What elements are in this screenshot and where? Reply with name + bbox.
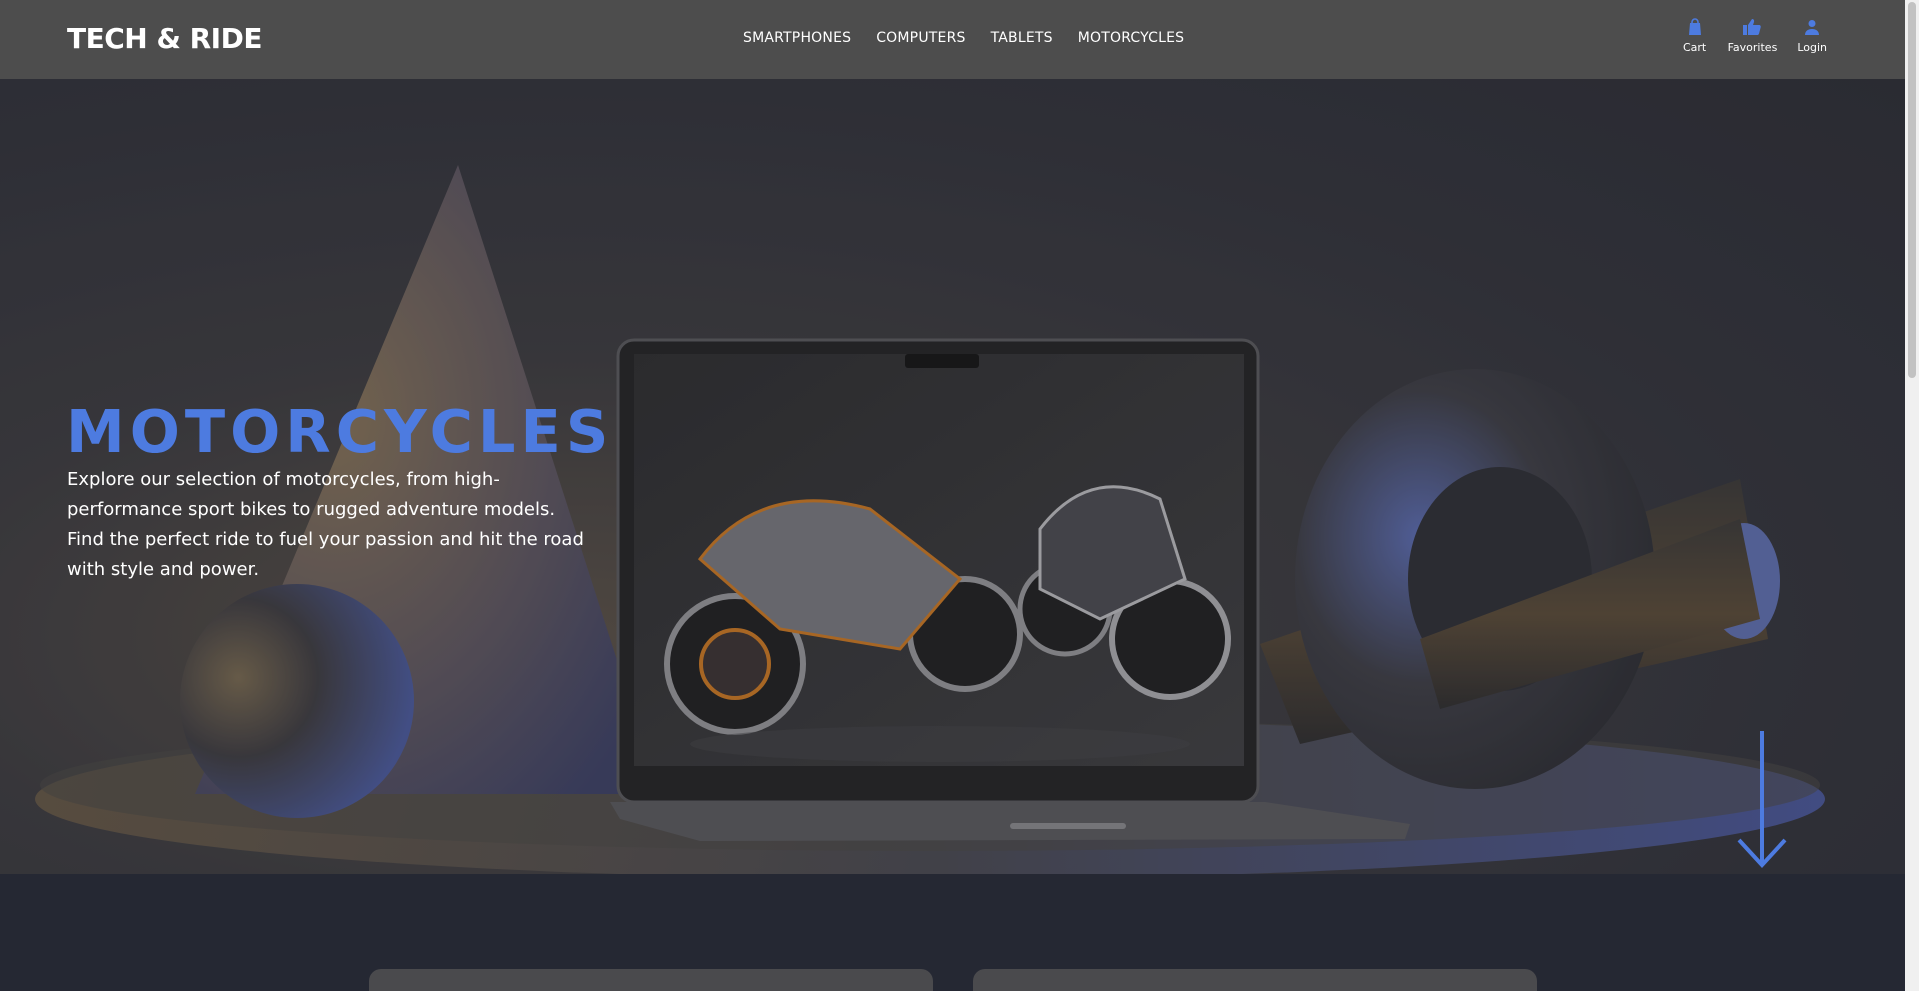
thumbs-up-icon [1742,17,1762,37]
scrollbar-thumb[interactable] [1908,2,1916,378]
nav-item-motorcycles[interactable]: MOTORCYCLES [1078,30,1185,46]
product-card[interactable] [369,969,933,991]
site-header: TECH & RIDE SMARTPHONES COMPUTERS TABLET… [0,0,1905,79]
login-button[interactable]: Login [1797,17,1827,54]
product-section [0,874,1905,991]
favorites-label: Favorites [1727,41,1778,54]
hero-banner: MOTORCYCLES Explore our selection of mot… [0,79,1905,874]
favorites-button[interactable]: Favorites [1727,17,1778,54]
hero-title: MOTORCYCLES [66,397,614,466]
site-logo[interactable]: TECH & RIDE [67,22,262,55]
scroll-down-button[interactable] [1737,731,1787,874]
nav-item-tablets[interactable]: TABLETS [991,30,1053,46]
shopping-bag-icon [1685,17,1705,37]
hero-description: Explore our selection of motorcycles, fr… [67,469,584,580]
user-icon [1802,17,1822,37]
header-actions: Cart Favorites Login [1682,17,1827,54]
cart-label: Cart [1682,41,1707,54]
page: TECH & RIDE SMARTPHONES COMPUTERS TABLET… [0,0,1919,991]
login-label: Login [1797,41,1827,54]
nav-item-computers[interactable]: COMPUTERS [876,30,965,46]
nav-item-smartphones[interactable]: SMARTPHONES [743,30,851,46]
cart-button[interactable]: Cart [1682,17,1708,54]
page-scrollbar[interactable] [1905,0,1919,991]
arrow-down-icon [1737,731,1787,868]
main-nav: SMARTPHONES COMPUTERS TABLETS MOTORCYCLE… [743,30,1184,46]
product-card[interactable] [973,969,1537,991]
